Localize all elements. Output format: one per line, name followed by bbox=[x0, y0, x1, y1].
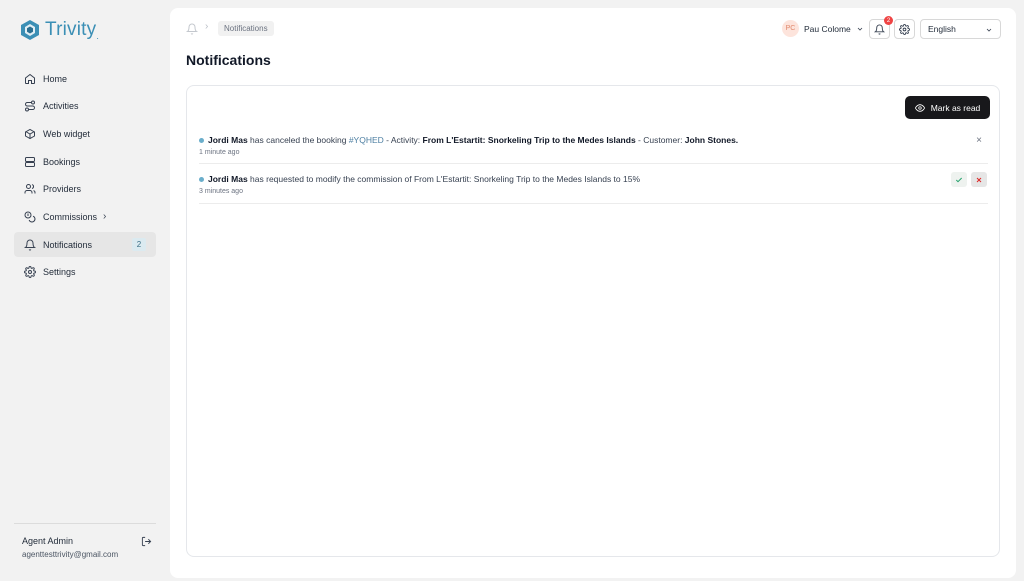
sidebar-item-label: Settings bbox=[43, 267, 76, 278]
notifications-card: Mark as read Jordi Mas has canceled the … bbox=[186, 85, 1000, 557]
brand-logo[interactable]: Trivity. bbox=[20, 19, 99, 41]
reject-request-button[interactable] bbox=[971, 172, 987, 187]
users-icon bbox=[24, 184, 36, 194]
sidebar-item-label: Providers bbox=[43, 184, 82, 195]
activity-name: From L'Estartit: Snorkeling Trip to the … bbox=[422, 135, 636, 145]
unread-dot bbox=[199, 137, 204, 143]
cube-icon bbox=[25, 128, 35, 139]
sidebar-item-web-widget[interactable]: Web widget bbox=[14, 121, 156, 146]
gear-icon bbox=[899, 23, 910, 35]
notification-actor: Jordi Mas bbox=[208, 135, 248, 145]
sidebar-item-activities[interactable]: Activities bbox=[14, 94, 156, 119]
sidebar-item-notifications[interactable]: Notifications 2 bbox=[14, 232, 156, 258]
coins-icon bbox=[24, 211, 36, 223]
notification-text: Jordi Mas has requested to modify the co… bbox=[199, 174, 988, 184]
mark-as-read-button[interactable]: Mark as read bbox=[905, 96, 990, 119]
sidebar-item-providers[interactable]: Providers bbox=[14, 177, 156, 202]
notification-badge: 2 bbox=[884, 16, 893, 25]
page-title: Notifications bbox=[186, 52, 271, 68]
brand-name: Trivity. bbox=[45, 19, 100, 41]
top-bar: › Notifications PC Pau Colome 2 English bbox=[170, 8, 1016, 50]
main-panel: › Notifications PC Pau Colome 2 English … bbox=[170, 8, 1016, 578]
dismiss-notification-button[interactable]: × bbox=[976, 135, 982, 146]
notification-item: Jordi Mas has requested to modify the co… bbox=[199, 172, 988, 204]
server-icon bbox=[25, 156, 35, 167]
sidebar-item-bookings[interactable]: Bookings bbox=[14, 149, 156, 174]
bell-icon bbox=[874, 24, 885, 35]
sidebar-item-commissions[interactable]: Commissions › bbox=[14, 204, 156, 229]
breadcrumb[interactable]: Notifications bbox=[218, 21, 274, 36]
avatar: PC bbox=[782, 20, 799, 37]
chevron-right-icon: › bbox=[103, 211, 107, 223]
notifications-button[interactable]: 2 bbox=[869, 16, 893, 39]
home-icon bbox=[25, 73, 35, 84]
sidebar-item-label: Activities bbox=[43, 101, 79, 112]
route-icon bbox=[25, 100, 35, 112]
accept-request-button[interactable] bbox=[951, 172, 967, 187]
sidebar-nav: Home Activities Web widget Bookings Prov… bbox=[14, 66, 156, 288]
sidebar-user-panel: Agent Admin agenttesttrivity@gmail.com bbox=[14, 523, 156, 559]
language-select[interactable]: English bbox=[920, 19, 1001, 39]
notification-text: Jordi Mas has canceled the booking #YQHE… bbox=[199, 135, 988, 145]
user-email: agenttesttrivity@gmail.com bbox=[22, 550, 119, 559]
gear-icon bbox=[24, 266, 36, 279]
notification-item: Jordi Mas has canceled the booking #YQHE… bbox=[199, 135, 988, 164]
notification-time: 1 minute ago bbox=[199, 149, 240, 156]
booking-link[interactable]: #YQHED bbox=[349, 135, 384, 145]
user-menu[interactable]: PC Pau Colome bbox=[782, 20, 864, 37]
notification-count-badge: 2 bbox=[132, 238, 146, 252]
bell-icon bbox=[186, 23, 198, 35]
user-menu-name: Pau Colome bbox=[804, 23, 851, 34]
logo-icon bbox=[21, 20, 39, 40]
customer-name: John Stones. bbox=[684, 135, 739, 145]
eye-icon bbox=[914, 103, 925, 112]
sidebar-item-home[interactable]: Home bbox=[14, 66, 156, 91]
sidebar-item-label: Web widget bbox=[43, 128, 90, 139]
unread-dot bbox=[199, 176, 204, 182]
sidebar-item-label: Home bbox=[43, 73, 68, 84]
chevron-down-icon bbox=[986, 28, 992, 32]
sidebar-item-label: Bookings bbox=[43, 156, 81, 167]
sidebar-item-label: Commissions bbox=[43, 211, 98, 222]
notification-time: 3 minutes ago bbox=[199, 188, 243, 195]
sidebar: Trivity. Home Activities Web widget Book… bbox=[0, 0, 170, 581]
sidebar-item-settings[interactable]: Settings bbox=[14, 260, 156, 285]
chevron-right-icon: › bbox=[205, 21, 209, 32]
bell-icon bbox=[24, 239, 36, 251]
notification-actor: Jordi Mas bbox=[208, 174, 248, 184]
chevron-down-icon bbox=[857, 27, 863, 31]
mark-as-read-label: Mark as read bbox=[930, 102, 981, 113]
logout-icon[interactable] bbox=[141, 536, 152, 547]
settings-button[interactable] bbox=[894, 19, 915, 39]
sidebar-item-label: Notifications bbox=[43, 239, 93, 250]
check-icon bbox=[955, 177, 963, 182]
close-icon bbox=[976, 177, 982, 182]
user-name: Agent Admin bbox=[22, 536, 74, 546]
language-value: English bbox=[928, 24, 956, 34]
